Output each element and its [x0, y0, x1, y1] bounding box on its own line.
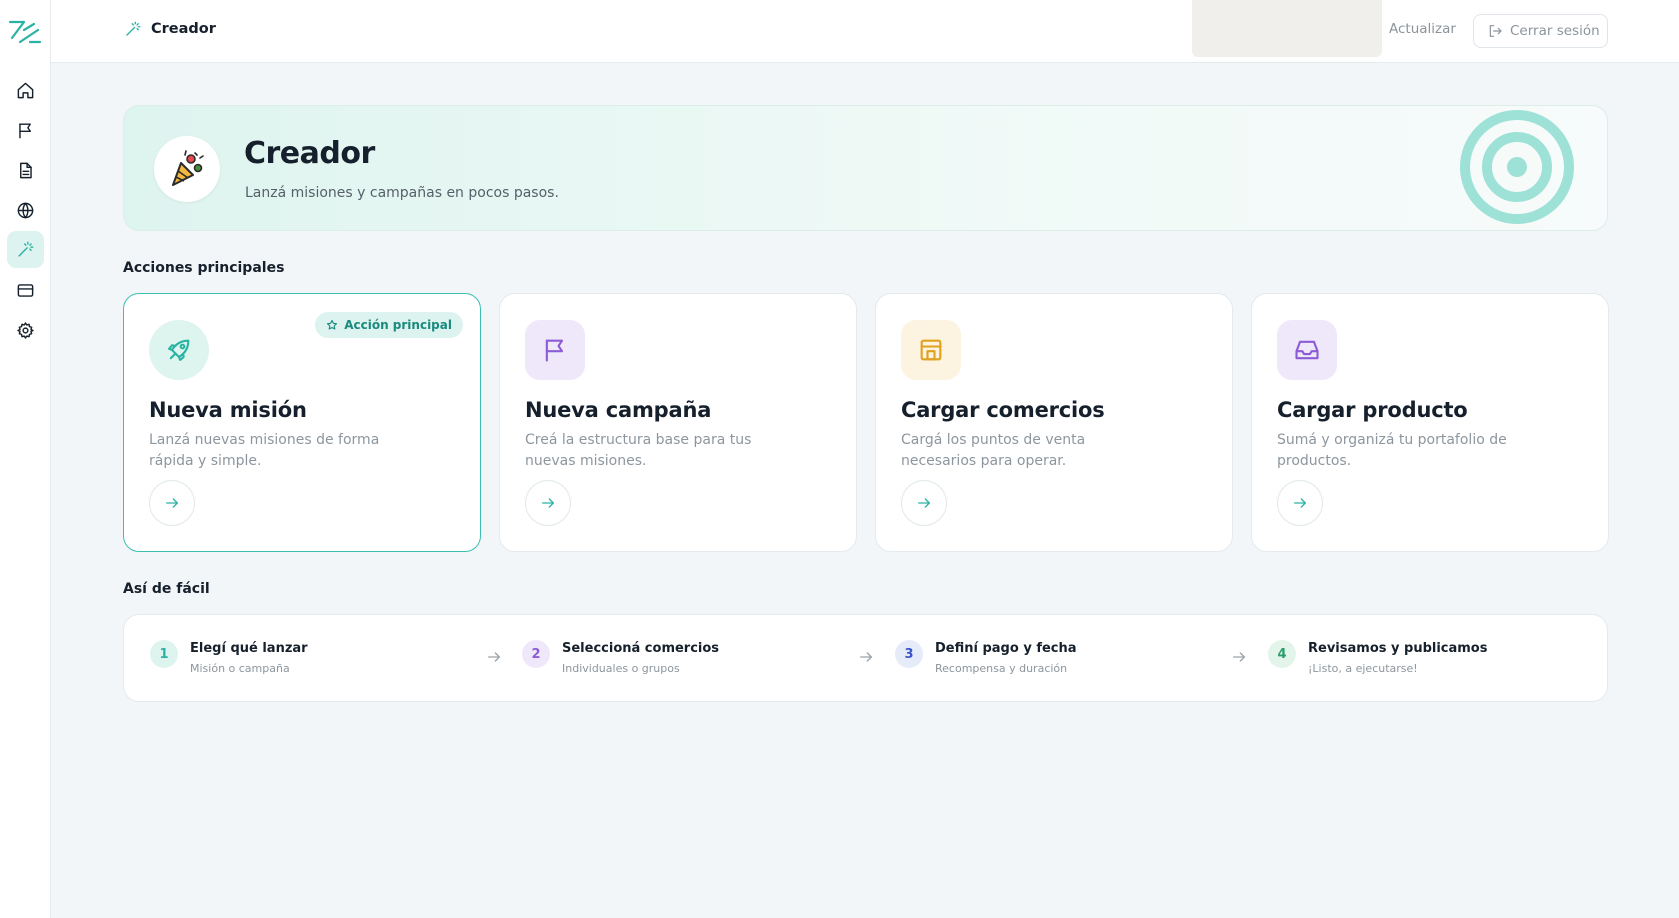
app-logo[interactable]: [8, 16, 42, 46]
document-icon: [20, 162, 32, 179]
card-title: Nueva campaña: [525, 398, 712, 422]
sidebar-item-payments[interactable]: [7, 272, 44, 309]
step-subtitle: Recompensa y duración: [935, 662, 1068, 675]
step-1: 1 Elegí qué lanzar Misión o campaña: [150, 640, 308, 675]
arrow-right-icon: [860, 652, 872, 662]
card-arrow-button[interactable]: [901, 480, 947, 526]
card-title: Cargar producto: [1277, 398, 1468, 422]
card-load-product[interactable]: Cargar producto Sumá y organizá tu porta…: [1251, 293, 1609, 552]
hero-title: Creador: [244, 136, 375, 171]
sidebar-item-home[interactable]: [7, 72, 44, 109]
step-2: 2 Seleccioná comercios Individuales o gr…: [522, 640, 719, 675]
step-title: Seleccioná comercios: [562, 641, 720, 656]
primary-action-badge: Acción principal: [315, 312, 463, 338]
step-3: 3 Definí pago y fecha Recompensa y durac…: [895, 640, 1077, 675]
card-arrow-button[interactable]: [1277, 480, 1323, 526]
logout-icon: [1489, 25, 1502, 37]
arrow-right-icon: [488, 652, 500, 662]
flag-icon: [525, 320, 585, 380]
arrow-right-icon: [918, 498, 930, 508]
card-new-campaign[interactable]: Nueva campaña Creá la estructura base pa…: [499, 293, 857, 552]
breadcrumb: Creador: [124, 20, 216, 38]
home-icon: [17, 82, 34, 99]
steps-panel: 1 Elegí qué lanzar Misión o campaña 2 Se…: [123, 614, 1608, 702]
arrow-right-icon: [542, 498, 554, 508]
inbox-icon: [1277, 320, 1337, 380]
card-arrow-button[interactable]: [149, 480, 195, 526]
arrow-right-icon: [1294, 498, 1306, 508]
credit-card-icon: [17, 284, 34, 297]
step-subtitle: Individuales o grupos: [562, 662, 680, 675]
rocket-icon: [149, 320, 209, 380]
card-title: Cargar comercios: [901, 398, 1105, 422]
arrow-right-icon: [166, 498, 178, 508]
magic-wand-icon: [126, 21, 141, 36]
hero-banner: Creador Lanzá misiones y campañas en poc…: [123, 105, 1608, 231]
step-title: Definí pago y fecha: [935, 641, 1077, 656]
sidebar-item-missions[interactable]: [7, 112, 44, 149]
card-description: Creá la estructura base para tus nuevas …: [525, 432, 752, 469]
badge-label: Acción principal: [344, 318, 452, 332]
hero-subtitle: Lanzá misiones y campañas en pocos pasos…: [245, 185, 559, 201]
card-description: Sumá y organizá tu portafolio de product…: [1277, 432, 1507, 469]
target-icon: [1460, 110, 1574, 224]
step-number: 1: [150, 640, 178, 668]
sidebar-item-creator[interactable]: [7, 231, 44, 268]
store-icon: [901, 320, 961, 380]
step-number: 4: [1268, 640, 1296, 668]
flag-icon: [19, 123, 31, 139]
card-title: Nueva misión: [149, 398, 307, 422]
sidebar-item-documents[interactable]: [7, 152, 44, 189]
section-title-actions: Acciones principales: [123, 260, 285, 276]
star-icon: [327, 319, 338, 330]
card-load-stores[interactable]: Cargar comercios Cargá los puntos de ven…: [875, 293, 1233, 552]
globe-icon: [17, 202, 34, 219]
loading-placeholder: [1192, 0, 1382, 57]
logout-button[interactable]: Cerrar sesión: [1473, 14, 1608, 48]
card-arrow-button[interactable]: [525, 480, 571, 526]
refresh-button[interactable]: Actualizar: [1389, 21, 1456, 37]
sidebar-item-globe[interactable]: [7, 192, 44, 229]
party-popper-icon: [154, 136, 220, 202]
gear-icon: [17, 322, 34, 339]
step-title: Revisamos y publicamos: [1308, 641, 1488, 656]
step-number: 2: [522, 640, 550, 668]
step-4: 4 Revisamos y publicamos ¡Listo, a ejecu…: [1268, 640, 1487, 675]
card-new-mission[interactable]: Acción principal Nueva misión Lanzá nuev…: [123, 293, 481, 552]
step-number: 3: [895, 640, 923, 668]
card-description: Cargá los puntos de venta necesarios par…: [901, 432, 1086, 469]
step-subtitle: ¡Listo, a ejecutarse!: [1308, 662, 1418, 675]
page-title: Creador: [151, 21, 216, 37]
logout-label: Cerrar sesión: [1510, 23, 1600, 39]
arrow-right-icon: [1233, 652, 1245, 662]
magic-wand-icon: [18, 241, 34, 257]
section-title-steps: Así de fácil: [123, 581, 210, 597]
card-description: Lanzá nuevas misiones de forma rápida y …: [149, 432, 380, 469]
top-bar: Creador Actualizar Cerrar sesión: [51, 0, 1679, 63]
sidebar: [0, 0, 51, 918]
sidebar-item-settings[interactable]: [7, 312, 44, 349]
step-title: Elegí qué lanzar: [190, 641, 308, 656]
step-subtitle: Misión o campaña: [190, 662, 290, 675]
